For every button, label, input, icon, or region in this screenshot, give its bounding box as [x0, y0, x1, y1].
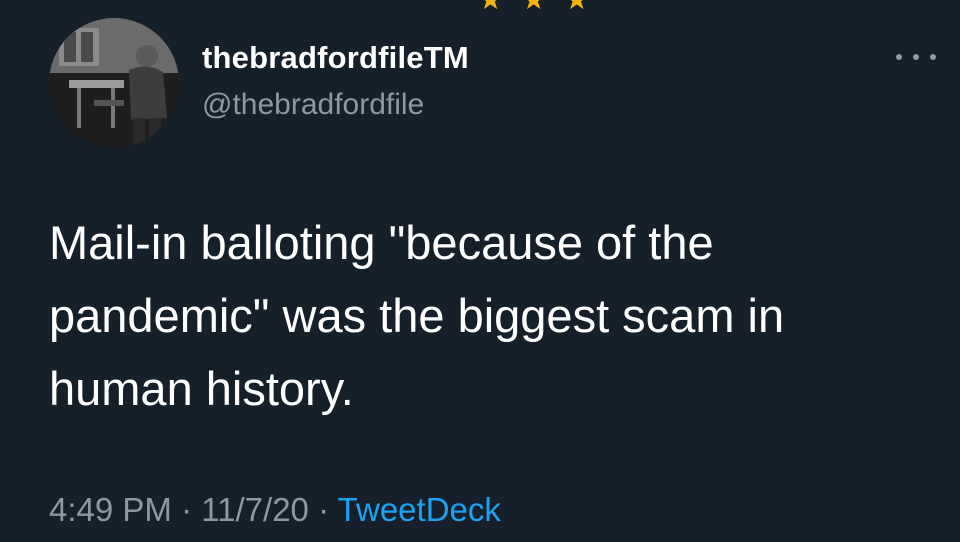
- avatar-photo-icon: [49, 18, 179, 148]
- tweet-source-link[interactable]: TweetDeck: [338, 491, 501, 528]
- cropped-star-icons: ★ ★ ★: [478, 0, 589, 14]
- more-horizontal-icon: [913, 54, 919, 60]
- more-horizontal-icon: [930, 54, 936, 60]
- tweet-text-line: pandemic" was the biggest scam in: [49, 289, 785, 342]
- more-options-button[interactable]: [896, 47, 936, 67]
- star-icon: ★: [478, 0, 503, 14]
- tweet-date[interactable]: 11/7/20: [201, 491, 309, 528]
- display-name[interactable]: thebradfordfileTM: [202, 40, 469, 76]
- more-horizontal-icon: [896, 54, 902, 60]
- tweet-text-line: Mail-in balloting "because of the: [49, 216, 714, 269]
- tweet-metadata: 4:49 PM · 11/7/20 · TweetDeck: [49, 491, 501, 529]
- tweet-text-line: human history.: [49, 362, 354, 415]
- tweet-card: ★ ★ ★ thebradfordfileTM @thebradfordfile: [0, 0, 960, 542]
- tweet-text: Mail-in balloting "because of the pandem…: [49, 206, 909, 425]
- meta-separator: ·: [181, 491, 193, 528]
- star-icon: ★: [564, 0, 589, 14]
- user-handle[interactable]: @thebradfordfile: [202, 88, 424, 122]
- meta-separator: ·: [318, 491, 330, 528]
- star-icon: ★: [521, 0, 546, 14]
- tweet-time[interactable]: 4:49 PM: [49, 491, 172, 528]
- avatar[interactable]: [49, 18, 179, 148]
